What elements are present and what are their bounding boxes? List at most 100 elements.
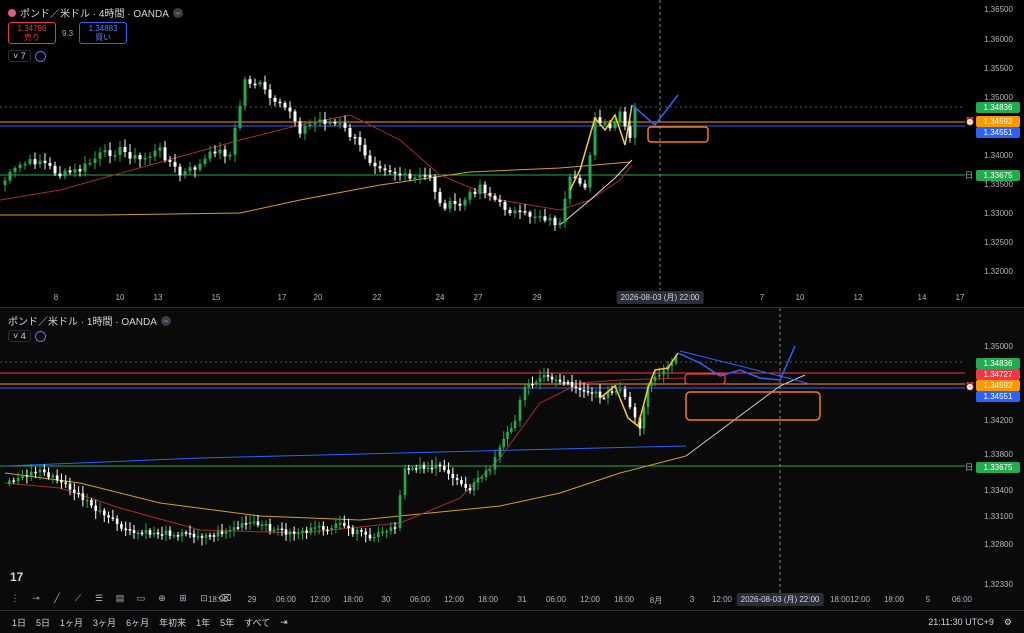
candle-body bbox=[493, 195, 497, 200]
candle-body bbox=[373, 162, 377, 167]
candle-body bbox=[253, 83, 257, 86]
time-axis-label: 13 bbox=[153, 293, 163, 302]
timezone-icon[interactable]: ⚙ bbox=[1004, 617, 1012, 628]
candle-body bbox=[136, 532, 140, 535]
price-axis-label: 1.33100 bbox=[984, 512, 1013, 521]
price-tag: 1.33675 bbox=[976, 170, 1020, 181]
range-button[interactable]: 1ヶ月 bbox=[60, 616, 83, 629]
trendline-icon[interactable]: ╱ bbox=[50, 591, 64, 605]
candle-body bbox=[430, 467, 434, 470]
crosshair-tool-icon[interactable]: ⊸ bbox=[29, 591, 43, 605]
measure-icon[interactable]: ▭ bbox=[134, 591, 148, 605]
collapse-icon-1h[interactable]: − bbox=[160, 315, 171, 326]
candle-body bbox=[98, 510, 102, 512]
candle-body bbox=[278, 101, 282, 104]
candle-body bbox=[538, 216, 542, 218]
range-button[interactable]: 6ヶ月 bbox=[126, 616, 149, 629]
candle-body bbox=[213, 151, 217, 154]
candle-body bbox=[414, 468, 418, 470]
candle-body bbox=[343, 123, 347, 128]
range-button[interactable]: すべて bbox=[244, 616, 270, 629]
price-tag: 1.34551 bbox=[976, 127, 1020, 138]
sell-button[interactable]: 1.34796 売り bbox=[8, 22, 56, 44]
candle-body bbox=[8, 171, 12, 181]
session-icon: 日 bbox=[965, 171, 973, 180]
candle-body bbox=[538, 377, 542, 382]
candle-body bbox=[313, 527, 317, 529]
tradingview-logo[interactable]: 17 bbox=[10, 570, 23, 584]
candle-body bbox=[164, 530, 168, 535]
candle-body bbox=[322, 525, 325, 530]
candle-body bbox=[198, 163, 202, 170]
alert-icon[interactable]: ⏰ bbox=[965, 117, 975, 126]
sell-price: 1.34796 bbox=[17, 24, 47, 33]
candle-body bbox=[25, 475, 29, 477]
indicators-toggle-1h[interactable]: ˅ 4 bbox=[8, 330, 46, 342]
indicator-count-1h[interactable]: ˅ 4 bbox=[8, 330, 31, 342]
buy-button[interactable]: 1.34883 買い bbox=[79, 22, 128, 44]
magnet-icon[interactable]: ⊞ bbox=[176, 591, 190, 605]
candle-body bbox=[196, 536, 200, 538]
path-icon[interactable]: ⟋ bbox=[71, 591, 85, 605]
time-axis-label: 30 bbox=[381, 595, 391, 604]
candle-body bbox=[178, 166, 182, 176]
chart-pane-1h[interactable]: ポンド／米ドル · 1時間 · OANDA − ˅ 4 1.350001.346… bbox=[0, 307, 1024, 611]
channel-icon[interactable]: ▤ bbox=[113, 591, 127, 605]
indicator-icon-1h[interactable] bbox=[34, 330, 46, 342]
fib-icon[interactable]: ☰ bbox=[92, 591, 106, 605]
range-button[interactable]: 5年 bbox=[220, 616, 234, 629]
candle-body bbox=[503, 202, 507, 210]
candle-body bbox=[153, 150, 157, 157]
candle-body bbox=[180, 532, 184, 537]
indicator-count[interactable]: ˅ 7 bbox=[8, 50, 31, 62]
clock[interactable]: 21:11:30 UTC+9 bbox=[928, 617, 994, 627]
candle-body bbox=[422, 464, 426, 469]
range-button[interactable]: 1日 bbox=[12, 616, 26, 629]
candle-body bbox=[453, 201, 457, 204]
range-button[interactable]: 5日 bbox=[36, 616, 50, 629]
chart-pane-4h[interactable]: ポンド／米ドル · 4時間 · OANDA − 1.34796 売り 9.3 1… bbox=[0, 0, 1024, 305]
candle-body bbox=[42, 469, 46, 473]
candle-body bbox=[183, 171, 187, 176]
candle-body bbox=[363, 144, 367, 156]
candle-body bbox=[63, 170, 67, 177]
indicators-toggle[interactable]: ˅ 7 bbox=[8, 50, 46, 62]
sell-label: 売り bbox=[24, 33, 40, 42]
candle-body bbox=[220, 531, 224, 534]
candle-body bbox=[546, 375, 550, 377]
candle-body bbox=[243, 79, 247, 106]
range-button[interactable]: 年初来 bbox=[159, 616, 186, 629]
candle-body bbox=[558, 379, 562, 382]
cursor-icon[interactable]: ⋮ bbox=[8, 591, 22, 605]
candle-body bbox=[124, 528, 128, 531]
zoom-icon[interactable]: ⊕ bbox=[155, 591, 169, 605]
date-range-icon[interactable]: ⇥ bbox=[280, 617, 288, 628]
candle-body bbox=[184, 532, 188, 534]
chart-canvas-4h[interactable] bbox=[0, 0, 1024, 305]
time-axis-label: 29 bbox=[532, 293, 542, 302]
candle-body bbox=[550, 376, 554, 380]
candle-body bbox=[192, 533, 196, 538]
symbol-legend-1h: ポンド／米ドル · 1時間 · OANDA − bbox=[8, 313, 171, 328]
range-button[interactable]: 1年 bbox=[196, 616, 210, 629]
candle-body bbox=[140, 532, 144, 535]
candle-body bbox=[368, 534, 372, 539]
candle-body bbox=[372, 536, 376, 539]
price-tag: 1.33675 bbox=[976, 462, 1020, 473]
time-axis-label: 06:00 bbox=[409, 595, 431, 604]
indicator-icon[interactable] bbox=[34, 50, 46, 62]
trash-icon[interactable]: ⌫ bbox=[218, 591, 232, 605]
collapse-icon[interactable]: − bbox=[172, 7, 183, 18]
candle-body bbox=[236, 527, 240, 529]
candle-body bbox=[248, 522, 252, 524]
time-axis-label: 17 bbox=[277, 293, 287, 302]
candle-body bbox=[388, 170, 392, 172]
time-axis-label: 12:00 bbox=[849, 595, 871, 604]
chart-canvas-1h[interactable] bbox=[0, 308, 1024, 611]
range-button[interactable]: 3ヶ月 bbox=[93, 616, 116, 629]
candle-body bbox=[458, 203, 462, 206]
candle-body bbox=[98, 152, 102, 159]
layout-icon[interactable]: ⊡ bbox=[197, 591, 211, 605]
candle-body bbox=[208, 535, 212, 537]
alert-icon-1h[interactable]: ⏰ bbox=[965, 382, 975, 391]
